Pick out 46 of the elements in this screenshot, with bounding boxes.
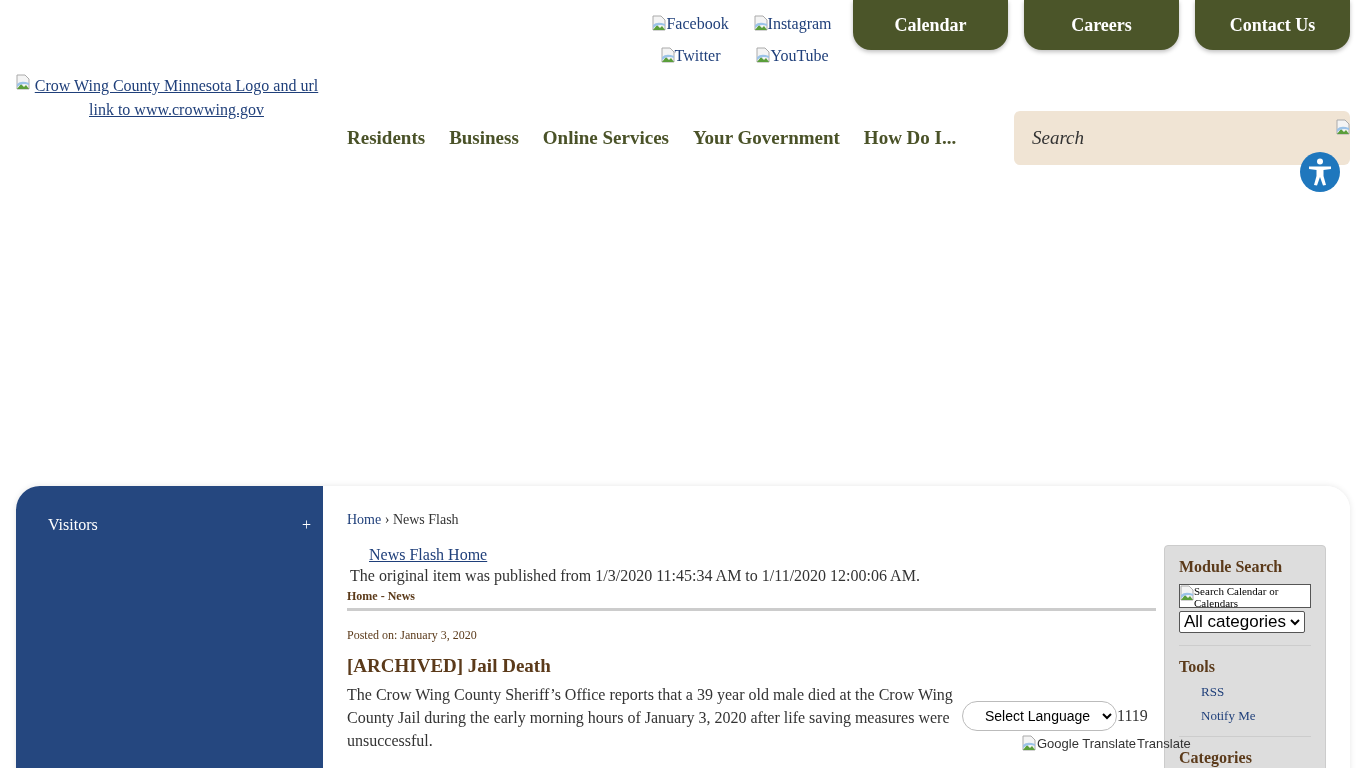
posted-date: Posted on: January 3, 2020 [347,628,478,643]
module-search-field[interactable]: Search Calendar or Calendars [1179,584,1311,608]
nav-link[interactable]: Residents [347,127,426,149]
breadcrumb-current: News Flash [392,512,459,527]
translate-image-alt: Google Translate [1037,735,1136,751]
broken-image-icon [1022,735,1036,751]
header-button[interactable]: Contact Us [1195,0,1350,50]
tool-link[interactable]: RSS [1201,684,1311,700]
header-button[interactable]: Calendar [853,0,1008,50]
social-link[interactable]: YouTube [756,47,829,65]
sidebar-heading: Tools [1179,658,1216,676]
side-menu-item[interactable]: Visitors [48,516,98,534]
sidebar-heading: Categories [1179,749,1253,767]
header-button[interactable]: Careers [1024,0,1179,50]
article-title: [ARCHIVED] Jail Death [347,655,552,677]
broken-image-icon [660,47,675,63]
caret-icon [1290,618,1300,626]
archive-note: The original item was published from 1/3/2020 11:45:34 AM to 1/11/2020 12:00:06 AM. [350,567,921,585]
logo-link[interactable]: Crow Wing County Minnesota Logo and url link to www.crowwing.gov [30,74,323,122]
section-title: Home - News [347,589,1156,611]
accessibility-icon[interactable] [1300,152,1340,192]
broken-image-icon [652,15,667,31]
broken-image-icon [753,15,768,31]
category-select[interactable]: All categories [1179,611,1305,633]
sidebar-heading: Module Search [1179,558,1284,576]
nav-link[interactable]: Business [449,127,519,149]
tool-link[interactable]: Notify Me [1201,708,1311,724]
nav-link[interactable]: Online Services [542,127,669,149]
breadcrumb-link[interactable]: Home [347,512,382,527]
broken-image-icon [16,74,30,90]
counter-text: 1119 [1117,707,1148,725]
broken-image-icon [1180,585,1194,601]
social-link[interactable]: Twitter [660,47,721,65]
nav-link[interactable]: Your Government [692,127,840,149]
nav-link[interactable]: How Do I... [863,127,957,149]
caret-icon [1102,712,1112,720]
news-flash-home-link[interactable]: News Flash Home [369,546,1156,564]
social-link[interactable]: Facebook [652,15,729,33]
search-field[interactable]: Search [1014,111,1350,165]
breadcrumb-separator: › [384,512,390,527]
social-link[interactable]: Instagram [753,15,832,33]
article-body: The Crow Wing County Sheriff’s Office reports that a 39 year old male died at the Crow Wing County Jail during the early morning hours of January 3, 2020 after life saving measures were unsuccessful. [347,685,954,751]
language-select[interactable]: Select Language [962,701,1117,731]
broken-image-icon [756,47,771,63]
translate-label: Translate [1137,735,1191,751]
expand-toggle[interactable]: + [301,516,311,534]
